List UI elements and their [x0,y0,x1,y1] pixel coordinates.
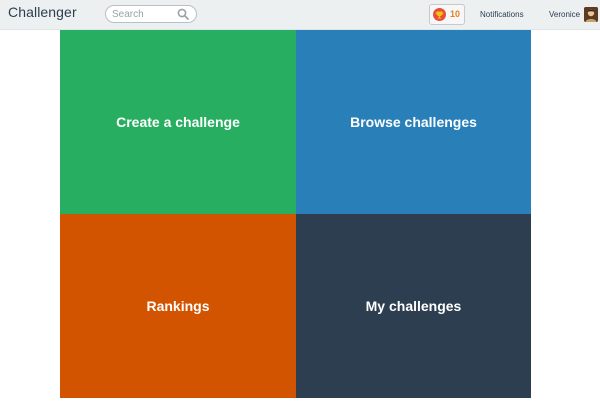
browse-challenges-label: Browse challenges [350,114,477,130]
rankings-label: Rankings [146,298,210,314]
trophy-icon [435,11,444,19]
avatar[interactable] [584,7,598,22]
my-challenges-label: My challenges [365,298,462,314]
user-menu[interactable]: Veronice [549,10,580,19]
points-button[interactable]: 10 [429,4,465,25]
rankings-tile[interactable]: Rankings [60,214,296,398]
browse-challenges-tile[interactable]: Browse challenges [296,30,531,214]
dashboard-tiles: Create a challenge Browse challenges Ran… [60,30,531,398]
notifications-link[interactable]: Notifications [480,10,524,19]
points-count: 10 [450,9,461,19]
top-navbar: Challenger 10 Notifications Veronice [0,0,600,30]
create-challenge-tile[interactable]: Create a challenge [60,30,296,214]
avatar-icon [584,7,598,22]
search-icon[interactable] [177,8,189,20]
search-input[interactable] [112,7,176,21]
search-box[interactable] [105,5,197,23]
trophy-badge [433,8,446,21]
brand-logo[interactable]: Challenger [8,4,77,20]
my-challenges-tile[interactable]: My challenges [296,214,531,398]
create-challenge-label: Create a challenge [116,114,240,130]
